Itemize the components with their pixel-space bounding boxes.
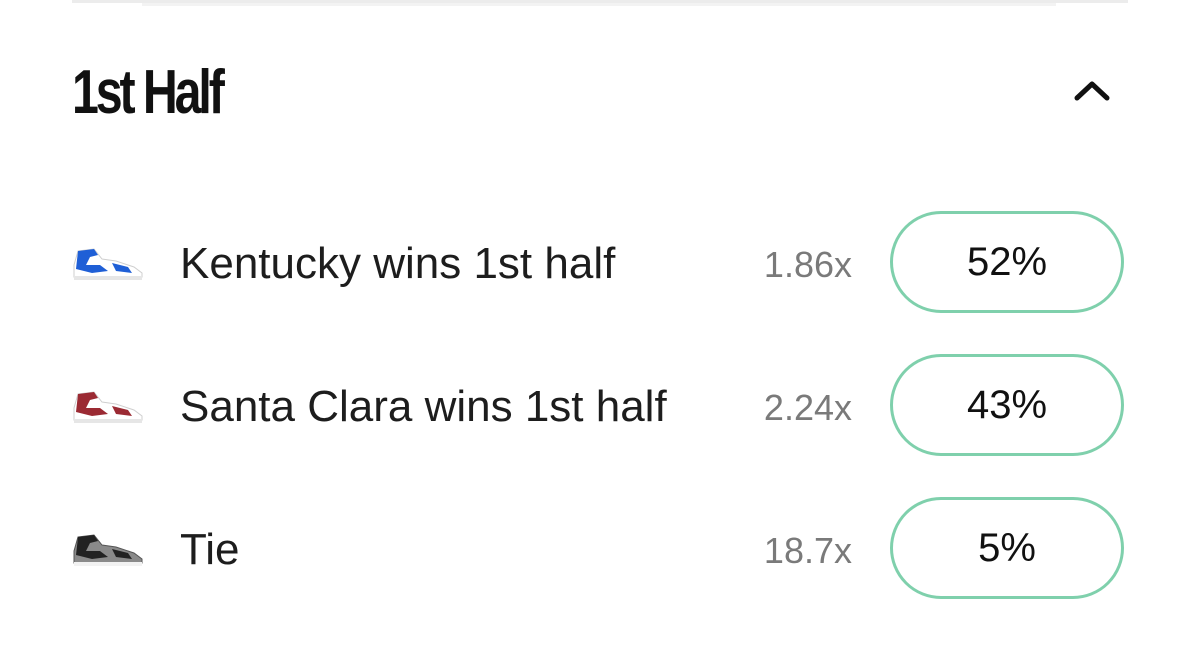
sneaker-blue-icon	[73, 248, 143, 280]
outcome-multiplier: 2.24x	[763, 387, 852, 428]
outcome-percent-button[interactable]: 52%	[890, 211, 1124, 313]
sneaker-red-icon	[73, 391, 143, 423]
outcome-multiplier: 18.7x	[763, 530, 852, 571]
outcome-row-tie: Tie 18.7x 5%	[72, 497, 1128, 603]
sneaker-gray-icon	[73, 534, 143, 566]
market-page: 1st Half Kentucky wins 1st half 1.86x 52…	[0, 0, 1200, 658]
outcome-label: Santa Clara wins 1st half	[180, 382, 667, 431]
section-title: 1st Half	[72, 58, 225, 127]
outcome-multiplier: 1.86x	[763, 244, 852, 285]
outcome-label: Tie	[180, 525, 240, 574]
section-header[interactable]: 1st Half	[72, 52, 1128, 132]
outcome-label: Kentucky wins 1st half	[180, 239, 616, 288]
chevron-up-icon	[1074, 81, 1110, 101]
outcome-row-kentucky: Kentucky wins 1st half 1.86x 52%	[72, 211, 1128, 317]
top-divider-shadow	[142, 3, 1056, 6]
outcome-percent-button[interactable]: 43%	[890, 354, 1124, 456]
outcome-row-santa-clara: Santa Clara wins 1st half 2.24x 43%	[72, 354, 1128, 460]
outcome-percent-button[interactable]: 5%	[890, 497, 1124, 599]
collapse-button[interactable]	[1067, 70, 1117, 110]
